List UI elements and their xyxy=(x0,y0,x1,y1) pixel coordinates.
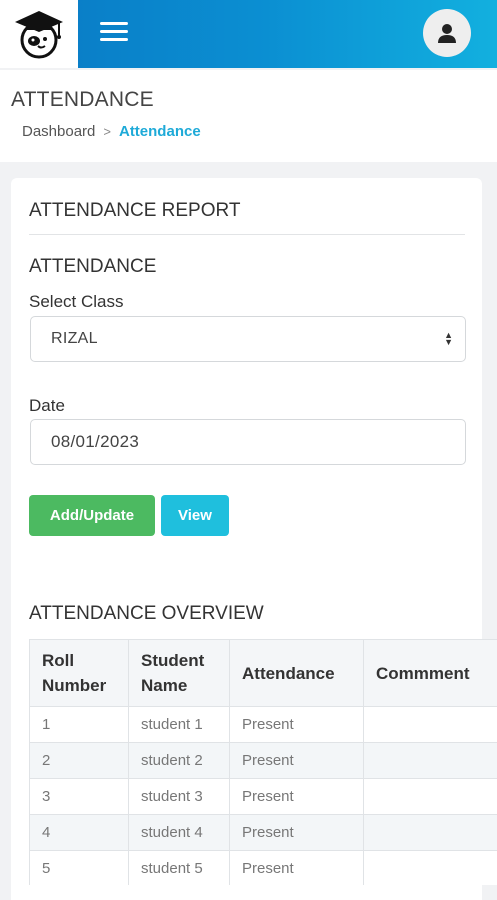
student-name-cell: student 5 xyxy=(128,850,230,885)
attendance-cell: Present xyxy=(229,814,364,851)
overview-title: ATTENDANCE OVERVIEW xyxy=(29,603,264,624)
comment-cell xyxy=(363,742,497,779)
table-row: 3 student 3 Present xyxy=(29,778,497,815)
user-icon xyxy=(438,24,456,43)
attendance-report-card: ATTENDANCE REPORT ATTENDANCE Select Clas… xyxy=(11,178,497,900)
top-navbar xyxy=(0,0,497,68)
user-avatar-button[interactable] xyxy=(423,9,471,57)
attendance-table-wrapper[interactable]: Roll Number Student Name Attendance Comm… xyxy=(29,639,497,885)
attendance-cell: Present xyxy=(229,742,364,779)
column-header: Commment xyxy=(363,639,497,707)
view-button[interactable]: View xyxy=(161,495,229,536)
select-class-label: Select Class xyxy=(29,292,124,311)
comment-cell xyxy=(363,814,497,851)
column-header: Student Name xyxy=(128,639,230,707)
table-row: 2 student 2 Present xyxy=(29,742,497,779)
roll-number-cell: 2 xyxy=(29,742,129,779)
attendance-cell: Present xyxy=(229,706,364,743)
select-class-dropdown[interactable]: RIZAL ▲ ▼ xyxy=(30,316,466,362)
card-title: ATTENDANCE REPORT xyxy=(29,200,241,221)
column-header: Roll Number xyxy=(29,639,129,707)
navbar-bar xyxy=(78,0,497,68)
breadcrumb-current[interactable]: Attendance xyxy=(119,123,201,140)
logo[interactable] xyxy=(0,0,78,68)
attendance-cell: Present xyxy=(229,850,364,885)
select-class-value: RIZAL xyxy=(51,330,98,347)
date-label: Date xyxy=(29,396,65,415)
student-name-cell: student 3 xyxy=(128,778,230,815)
graduation-cap-mascot-icon xyxy=(15,11,63,59)
roll-number-cell: 5 xyxy=(29,850,129,885)
section-title: ATTENDANCE xyxy=(29,256,157,277)
divider xyxy=(29,234,465,235)
student-name-cell: student 2 xyxy=(128,742,230,779)
roll-number-cell: 3 xyxy=(29,778,129,815)
student-name-cell: student 4 xyxy=(128,814,230,851)
table-row: 5 student 5 Present xyxy=(29,850,497,885)
table-row: 4 student 4 Present xyxy=(29,814,497,851)
comment-cell xyxy=(363,778,497,815)
student-name-cell: student 1 xyxy=(128,706,230,743)
page-title: ATTENDANCE xyxy=(11,88,154,111)
sort-arrows-icon: ▲ ▼ xyxy=(444,330,453,347)
table-row: 1 student 1 Present xyxy=(29,706,497,743)
comment-cell xyxy=(363,850,497,885)
attendance-table: Roll Number Student Name Attendance Comm… xyxy=(29,639,497,885)
date-input[interactable] xyxy=(30,419,466,465)
column-header: Attendance xyxy=(229,639,364,707)
table-header-row: Roll Number Student Name Attendance Comm… xyxy=(29,639,497,707)
hamburger-menu-icon[interactable] xyxy=(100,22,128,44)
breadcrumb-separator: > xyxy=(103,124,111,139)
breadcrumb-dashboard-link[interactable]: Dashboard xyxy=(22,123,95,140)
breadcrumb: Dashboard > Attendance xyxy=(22,123,201,140)
roll-number-cell: 1 xyxy=(29,706,129,743)
attendance-cell: Present xyxy=(229,778,364,815)
page-header: ATTENDANCE Dashboard > Attendance xyxy=(0,70,497,162)
roll-number-cell: 4 xyxy=(29,814,129,851)
comment-cell xyxy=(363,706,497,743)
add-update-button[interactable]: Add/Update xyxy=(29,495,155,536)
